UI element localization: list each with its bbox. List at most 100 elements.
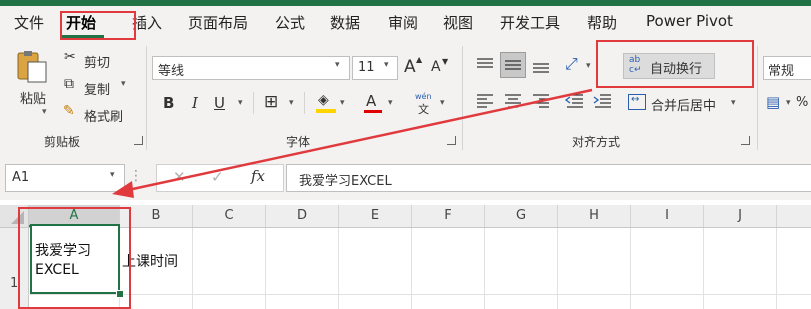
percent-style-icon[interactable]: % [796, 95, 808, 110]
italic-button[interactable]: I [192, 94, 198, 112]
underline-dropdown-icon[interactable]: ▾ [238, 98, 243, 108]
merge-center-icon[interactable]: ↔ [628, 94, 646, 110]
scissors-icon: ✂ [64, 49, 76, 65]
insert-function-button[interactable]: fx [251, 167, 265, 185]
enter-icon[interactable]: ✓ [211, 168, 224, 186]
merge-arrows-icon: ↔ [631, 94, 640, 105]
font-name-select[interactable]: 等线 ▾ [152, 56, 350, 80]
font-group-label: 字体 [286, 135, 311, 149]
font-name-value: 等线 [158, 64, 185, 79]
number-format-value: 常规 [768, 64, 795, 79]
font-color-dropdown-icon[interactable]: ▾ [388, 98, 393, 108]
annotation-box-home-tab [60, 11, 136, 40]
copy-icon: ⧉ [64, 76, 74, 92]
formula-bar-menu-icon[interactable]: ⋮ [129, 168, 143, 184]
increase-font-button[interactable]: A [404, 57, 416, 77]
group-divider [757, 46, 758, 150]
font-color-letter: A [366, 92, 377, 110]
align-bottom-icon[interactable] [530, 55, 552, 81]
borders-icon[interactable]: ⊞ [264, 92, 278, 112]
fill-color-button[interactable]: ◈ [316, 92, 336, 113]
column-header-f[interactable]: F [412, 205, 485, 227]
alignment-group-label: 对齐方式 [572, 135, 621, 149]
tab-file[interactable]: 文件 [14, 12, 44, 33]
name-box[interactable]: A1 ▾ [5, 164, 125, 192]
group-divider [146, 46, 147, 150]
accounting-format-icon[interactable]: ▤ [766, 93, 780, 111]
group-divider [462, 46, 463, 150]
divider [253, 92, 254, 114]
font-color-swatch [364, 110, 382, 113]
format-painter-icon: ✎ [63, 103, 75, 119]
decrease-indent-icon[interactable] [564, 91, 586, 115]
divider [304, 92, 305, 114]
tab-developer[interactable]: 开发工具 [500, 12, 560, 33]
column-header-c[interactable]: C [193, 205, 266, 227]
tab-power-pivot[interactable]: Power Pivot [646, 12, 733, 30]
column-header-g[interactable]: G [485, 205, 558, 227]
bold-button[interactable]: B [163, 94, 174, 112]
align-center-icon[interactable] [502, 91, 524, 115]
chevron-down-icon: ▾ [110, 170, 115, 180]
paint-bucket-icon: ◈ [318, 92, 329, 108]
chevron-down-icon: ▾ [384, 60, 389, 70]
phonetic-dropdown-icon[interactable]: ▾ [440, 98, 445, 108]
phonetic-button[interactable]: wén 文 [412, 92, 436, 116]
align-top-icon[interactable] [474, 55, 496, 79]
tab-view[interactable]: 视图 [443, 12, 473, 33]
column-header-i[interactable]: I [631, 205, 704, 227]
cut-button[interactable]: 剪切 [84, 52, 110, 71]
font-size-value: 11 [358, 60, 375, 75]
paste-icon [17, 51, 47, 83]
font-color-button[interactable]: A [364, 91, 382, 113]
decrease-font-button[interactable]: A [431, 59, 441, 75]
decrease-font-arrow-icon: ▼ [442, 57, 449, 66]
chevron-down-icon: ▾ [335, 60, 340, 70]
formula-input[interactable]: 我爱学习EXCEL [286, 164, 811, 192]
phonetic-top: wén [415, 92, 432, 101]
format-painter-button[interactable]: 格式刷 [84, 106, 123, 125]
phonetic-bottom: 文 [418, 103, 429, 116]
copy-button[interactable]: 复制 [84, 79, 110, 98]
cancel-icon[interactable]: ✕ [173, 168, 186, 186]
tab-help[interactable]: 帮助 [587, 12, 617, 33]
underline-button[interactable]: U [214, 94, 225, 112]
formula-buttons: ✕ ✓ fx [156, 164, 284, 192]
tab-page-layout[interactable]: 页面布局 [188, 12, 248, 33]
tab-insert[interactable]: 插入 [132, 12, 162, 33]
paste-dropdown-icon[interactable]: ▾ [42, 107, 47, 117]
tab-review[interactable]: 审阅 [388, 12, 418, 33]
align-middle-icon[interactable] [500, 52, 526, 78]
name-box-value: A1 [12, 170, 30, 185]
align-left-icon[interactable] [474, 91, 496, 115]
column-header-j[interactable]: J [704, 205, 777, 227]
increase-font-arrow-icon: ▲ [416, 55, 423, 64]
merge-dropdown-icon[interactable]: ▾ [731, 98, 736, 108]
column-header-e[interactable]: E [339, 205, 412, 227]
number-format-select[interactable]: 常规 [763, 56, 811, 80]
align-right-icon[interactable] [530, 91, 552, 115]
column-header-h[interactable]: H [558, 205, 631, 227]
merge-center-button[interactable]: 合并后居中 [651, 95, 716, 114]
tab-formulas[interactable]: 公式 [275, 12, 305, 33]
tab-data[interactable]: 数据 [330, 12, 360, 33]
accounting-dropdown-icon[interactable]: ▾ [786, 98, 791, 108]
orientation-dropdown-icon[interactable]: ▾ [586, 61, 591, 71]
paste-button[interactable] [14, 50, 50, 84]
fill-dropdown-icon[interactable]: ▾ [340, 98, 345, 108]
font-launcher-icon[interactable] [447, 136, 456, 145]
alignment-launcher-icon[interactable] [741, 136, 750, 145]
clipboard-group-label: 剪贴板 [44, 135, 81, 149]
clipboard-launcher-icon[interactable] [134, 136, 143, 145]
paste-label[interactable]: 粘贴 [20, 88, 46, 107]
fill-color-swatch [316, 109, 336, 113]
borders-dropdown-icon[interactable]: ▾ [289, 98, 294, 108]
annotation-box-cell-a1 [18, 207, 131, 309]
annotation-box-wrap-text [596, 40, 754, 88]
orientation-icon[interactable]: ⤢ [565, 54, 578, 74]
column-header-d[interactable]: D [266, 205, 339, 227]
increase-indent-icon[interactable] [592, 91, 614, 115]
copy-dropdown-icon[interactable]: ▾ [121, 79, 126, 89]
formula-value: 我爱学习EXCEL [299, 174, 392, 189]
font-size-select[interactable]: 11 ▾ [352, 56, 398, 80]
